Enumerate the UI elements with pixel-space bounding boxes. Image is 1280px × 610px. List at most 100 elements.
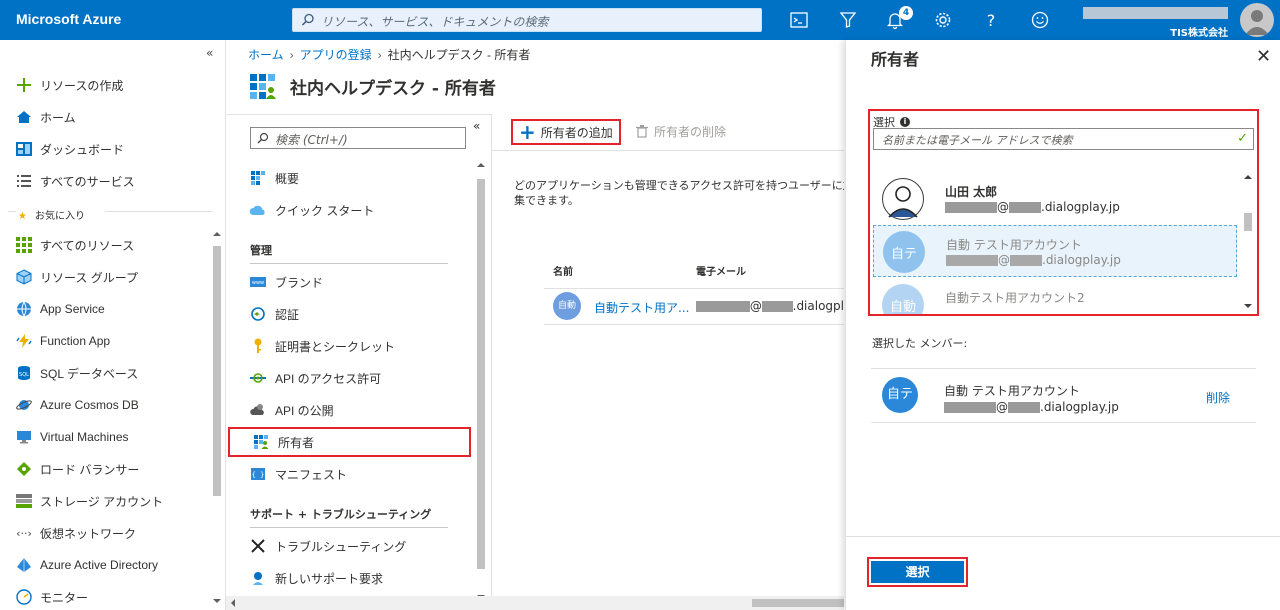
redacted-email-user [944, 401, 996, 413]
search-result-item[interactable]: 自動 自動テスト用アカウント2 [873, 279, 1237, 314]
menu-manage-item[interactable]: 証明書とシークレット [227, 331, 467, 361]
svg-text:SQL: SQL [19, 372, 29, 378]
column-header-email[interactable]: 電子メール [696, 263, 746, 278]
collapse-nav-button[interactable]: « [206, 46, 213, 60]
result-avatar: 自テ [883, 231, 925, 273]
network-icon: ‹··› [14, 524, 34, 542]
account-name-redacted[interactable] [1083, 7, 1228, 19]
nav-favorite-item[interactable]: モニター [0, 582, 210, 610]
scroll-up-icon[interactable] [213, 230, 221, 238]
nav-favorite-item[interactable]: ロード バランサー [0, 454, 210, 484]
menu-quickstart[interactable]: クイック スタート [227, 195, 467, 225]
nav-favorite-item[interactable]: Function App [0, 326, 210, 356]
scroll-thumb[interactable] [752, 599, 844, 607]
member-avatar: 自テ [882, 377, 918, 413]
members-divider [871, 368, 1256, 369]
nav-dashboard[interactable]: ダッシュボード [0, 134, 210, 164]
breadcrumb-app-registrations[interactable]: アプリの登録 [300, 48, 372, 62]
help-icon[interactable]: ? [981, 10, 1001, 30]
nav-favorite-item[interactable]: Azure Cosmos DB [0, 390, 210, 420]
feedback-smiley-icon[interactable] [1030, 10, 1050, 30]
nav-favorite-item[interactable]: SQL SQL データベース [0, 358, 210, 388]
menu-manage-item[interactable]: 所有者 [228, 427, 471, 457]
member-name: 自動 テスト用アカウント [944, 384, 1080, 398]
add-owner-button[interactable]: + 所有者の追加 [511, 119, 621, 145]
search-placeholder: リソース、サービス、ドキュメントの検索 [321, 15, 549, 29]
result-name: 自動テスト用アカウント2 [945, 291, 1085, 305]
info-icon[interactable]: i [900, 117, 910, 127]
scroll-thumb[interactable] [213, 246, 221, 496]
person-icon [1245, 10, 1269, 35]
nav-favorite-item[interactable]: App Service [0, 294, 210, 324]
brand-logo[interactable]: Microsoft Azure [16, 11, 121, 27]
menu-manage-item[interactable]: API の公開 [227, 395, 467, 425]
remove-owner-button[interactable]: 所有者の削除 [636, 123, 726, 140]
scroll-down-icon[interactable] [213, 597, 221, 605]
nav-favorite-item[interactable]: ストレージ アカウント [0, 486, 210, 516]
owner-avatar: 自動 [553, 292, 581, 320]
user-avatar[interactable] [1240, 3, 1274, 37]
favorites-header: ★ お気に入り [18, 211, 85, 222]
account-directory[interactable]: TIS株式会社 [1170, 24, 1228, 39]
horizontal-scrollbar[interactable] [226, 596, 844, 610]
search-icon [301, 13, 314, 26]
page-title: 社内ヘルプデスク - 所有者 [290, 79, 496, 99]
left-nav-scrollbar[interactable] [210, 230, 224, 605]
remove-member-link[interactable]: 削除 [1206, 389, 1230, 406]
breadcrumb-home[interactable]: ホーム [248, 48, 284, 62]
collapse-menu-button[interactable]: « [473, 119, 480, 133]
owner-name-link[interactable]: 自動テスト用ア... [594, 299, 689, 316]
diamond-icon [14, 460, 34, 478]
breadcrumb-current: 社内ヘルプデスク - 所有者 [387, 48, 531, 62]
redacted-email-host [761, 300, 793, 312]
gear-icon[interactable] [933, 10, 953, 30]
menu-search-input[interactable]: 検索 (Ctrl+/) [250, 127, 466, 149]
top-bar: Microsoft Azure リソース、サービス、ドキュメントの検索 4 ? … [0, 0, 1280, 40]
search-result-item[interactable]: 自テ 自動 テスト用アカウント @ .dialogplay.jp [873, 225, 1237, 277]
results-scrollbar[interactable] [1241, 173, 1255, 310]
owners-app-icon [250, 74, 276, 99]
nav-create-resource[interactable]: リソースの作成 [0, 70, 210, 100]
breadcrumb: ホーム › アプリの登録 › 社内ヘルプデスク - 所有者 [248, 46, 530, 63]
menu-scrollbar[interactable] [474, 161, 488, 601]
plus-icon [14, 76, 34, 94]
menu-manage-item[interactable]: 認証 [227, 299, 467, 329]
scroll-left-icon[interactable] [229, 599, 237, 607]
nav-home[interactable]: ホーム [0, 102, 210, 132]
user-search-input[interactable]: 名前または電子メール アドレスで検索 ✓ [873, 128, 1254, 150]
menu-troubleshooting[interactable]: トラブルシューティング [227, 531, 467, 561]
nav-all-services[interactable]: すべてのサービス [0, 166, 210, 196]
scroll-up-icon[interactable] [477, 161, 485, 169]
nav-favorite-item[interactable]: Azure Active Directory [0, 550, 210, 580]
menu-manage-item[interactable]: API のアクセス許可 [227, 363, 467, 393]
menu-overview[interactable]: 概要 [227, 163, 467, 193]
menu-new-support-request[interactable]: 新しいサポート要求 [227, 563, 467, 593]
cube-icon [14, 268, 34, 286]
scroll-down-icon[interactable] [1244, 302, 1252, 310]
column-header-name[interactable]: 名前 [553, 263, 573, 278]
list-icon [14, 172, 34, 190]
search-result-item[interactable]: 山田 太郎 @ .dialogplay.jp [873, 173, 1237, 225]
nav-favorite-item[interactable]: リソース グループ [0, 262, 210, 292]
favorites-divider-left [8, 211, 16, 212]
cloud-shell-icon[interactable] [789, 10, 809, 30]
nav-favorite-item[interactable]: Virtual Machines [0, 422, 210, 452]
scroll-up-icon[interactable] [1244, 173, 1252, 181]
scroll-thumb[interactable] [477, 179, 485, 569]
nav-favorite-item[interactable]: すべてのリソース [0, 230, 210, 260]
select-button[interactable]: 選択 [871, 561, 964, 583]
api-permission-icon [249, 370, 267, 386]
nav-favorite-item[interactable]: ‹··› 仮想ネットワーク [0, 518, 210, 548]
person-icon [882, 178, 924, 220]
result-email: @ .dialogplay.jp [946, 253, 1121, 267]
menu-manage-item[interactable]: { } マニフェスト [227, 459, 467, 489]
directory-filter-icon[interactable] [838, 10, 858, 30]
wrench-icon [249, 538, 267, 554]
menu-manage-item[interactable]: www ブランド [227, 267, 467, 297]
brand-icon: www [249, 274, 267, 290]
global-search[interactable]: リソース、サービス、ドキュメントの検索 [292, 8, 762, 32]
close-icon[interactable]: ✕ [1256, 46, 1271, 67]
svg-text:{ }: { } [252, 471, 265, 479]
scroll-thumb[interactable] [1244, 213, 1252, 231]
search-icon [257, 132, 269, 144]
